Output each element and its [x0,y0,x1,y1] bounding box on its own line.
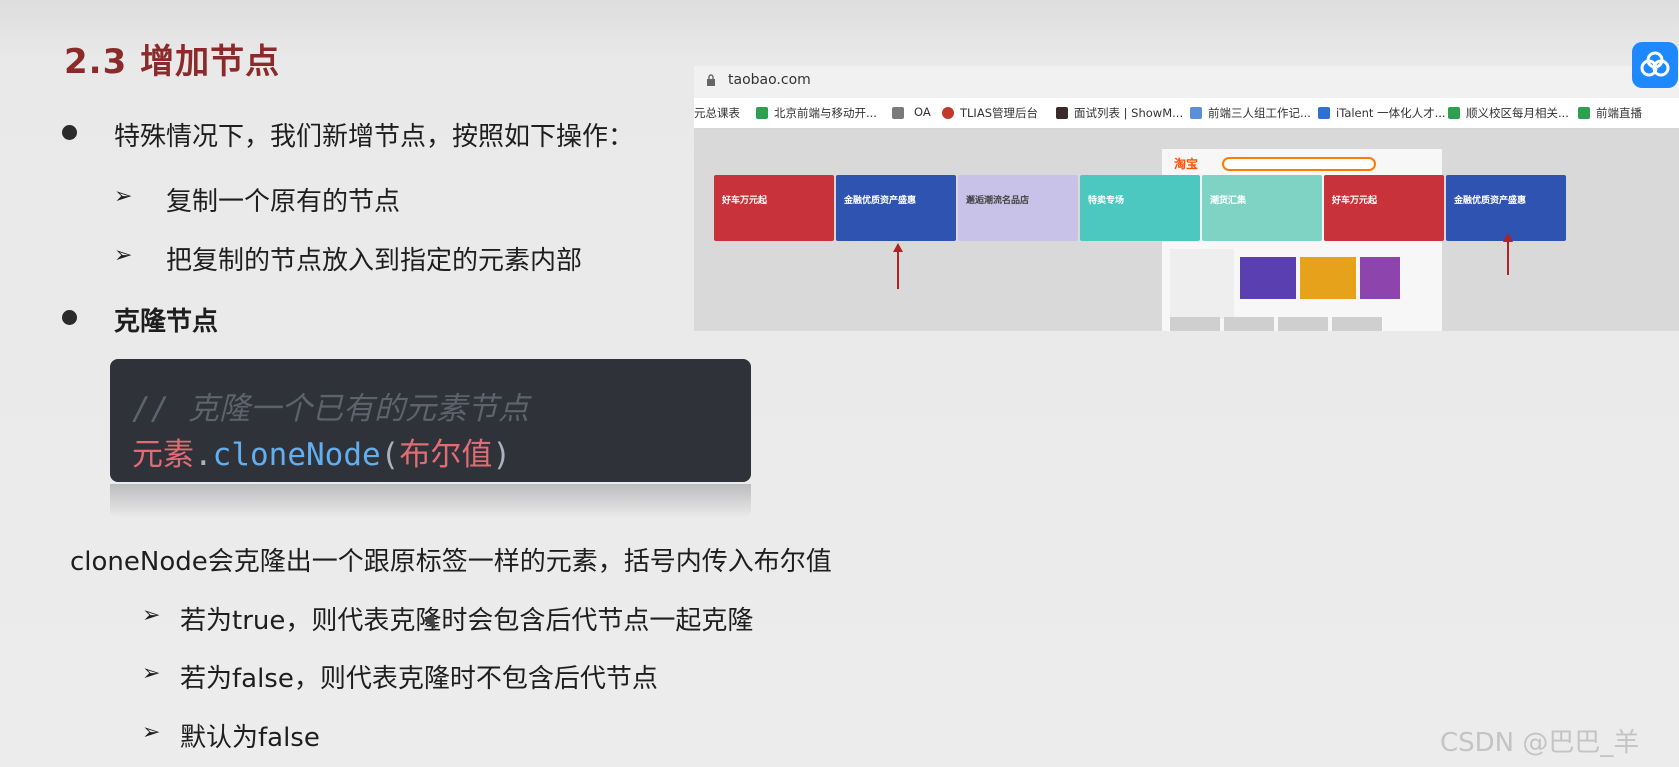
bookmark-item[interactable]: 元总课表 [694,105,740,121]
code-line: 元素.cloneNode(布尔值) [132,429,511,474]
code-arg: 布尔值 [399,437,493,473]
product-card[interactable] [1240,257,1296,299]
address-bar: taobao.com [694,66,1679,98]
arrow-icon: ➢ [142,661,161,686]
banner-text: 邂逅潮流名品店 [966,196,1030,206]
sub-bullet-text: 若为false，则代表克隆时不包含后代节点 [180,664,658,694]
bookmark-item[interactable]: TLIAS管理后台 [960,105,1038,121]
bullet-dot [62,310,77,325]
sub-bullet-text: 默认为false [180,723,320,753]
sub-bullet-text: 复制一个原有的节点 [166,187,401,217]
taobao-search-input[interactable] [1222,157,1376,171]
bookmark-item[interactable]: 北京前端与移动开... [774,105,877,121]
bookmark-item[interactable]: 面试列表 | ShowM... [1074,105,1183,121]
banner[interactable]: 特卖专场 [1080,175,1200,241]
taobao-logo: 淘宝 [1174,157,1199,171]
banner-text: 金融优质资产盛惠 [1454,196,1527,206]
banner[interactable]: 好车万元起 [1324,175,1444,241]
tlias-icon [942,107,954,119]
bookmark-item[interactable]: iTalent 一体化人才... [1336,105,1446,121]
bookmark-item[interactable]: 顺义校区每月相关... [1466,105,1569,121]
banner-text: 特卖专场 [1088,196,1125,206]
bookmark-item[interactable]: 前端直播 [1596,105,1642,121]
banner[interactable]: 金融优质资产盛惠 [1446,175,1566,241]
banner[interactable]: 好车万元起 [714,175,834,241]
code-block: // 克隆一个已有的元素节点 元素.cloneNode(布尔值) [110,359,751,482]
bookmarks-bar: 元总课表 北京前端与移动开... OA TLIAS管理后台 面试列表 | Sho… [694,98,1679,129]
code-comment: // 克隆一个已有的元素节点 [132,391,529,427]
url-text: taobao.com [728,72,811,88]
category-list [1170,249,1234,319]
arrow-icon: ➢ [114,243,133,268]
thumb [1224,317,1274,331]
code-reflection [110,484,751,518]
thumb [1332,317,1382,331]
thumb [1170,317,1220,331]
code-paren-open: ( [380,437,400,473]
banner[interactable]: 邂逅潮流名品店 [958,175,1078,241]
sub-bullet-text: 把复制的节点放入到指定的元素内部 [166,246,583,276]
sheet-icon [1578,107,1590,119]
browser-screenshot: taobao.com 元总课表 北京前端与移动开... OA TLIAS管理后台… [694,66,1679,331]
arrow-icon: ➢ [142,603,161,628]
oa-icon [892,107,904,119]
sheet-icon [1448,107,1460,119]
bullet-text: 克隆节点 [114,307,219,337]
arrow-icon: ➢ [114,184,133,209]
watermark: CSDN @巴巴_羊 [1440,728,1640,758]
product-card[interactable] [1300,257,1356,299]
code-paren-close: ) [492,437,511,473]
bookmark-item[interactable]: OA [914,105,931,119]
slide-title: 2.3 增加节点 [64,42,281,82]
arrow-icon: ➢ [142,720,161,745]
doc-icon [1190,107,1202,119]
showm-icon [1056,107,1068,119]
banner-text: 好车万元起 [1332,196,1378,206]
lock-icon [707,74,715,86]
red-arrow-line [1507,241,1509,275]
sheet-icon [756,107,768,119]
code-dot: . [194,437,213,473]
thumb [1278,317,1328,331]
banner-text: 潮货汇集 [1210,196,1247,206]
banner[interactable]: 金融优质资产盛惠 [836,175,956,241]
bookmark-item[interactable]: 前端三人组工作记... [1208,105,1311,121]
cloud-app-icon[interactable] [1632,42,1678,88]
product-card[interactable] [1360,257,1400,299]
banner[interactable]: 潮货汇集 [1202,175,1322,241]
cloud-icon [1640,51,1670,77]
red-arrow-line [897,251,899,289]
code-object: 元素 [132,437,194,473]
description-text: cloneNode会克隆出一个跟原标签一样的元素，括号内传入布尔值 [70,547,832,577]
italent-icon [1318,107,1330,119]
code-method: cloneNode [212,437,381,473]
banner-text: 金融优质资产盛惠 [844,196,917,206]
taobao-page: 淘宝 好车万元起 金融优质资产盛惠 邂逅潮流名品店 特卖专场 潮货汇集 好车万元… [694,129,1679,331]
bullet-dot [62,125,77,140]
banner-text: 好车万元起 [722,196,768,206]
bullet-text: 特殊情况下，我们新增节点，按照如下操作： [114,122,635,152]
sub-bullet-text: 若为true，则代表克隆时会包含后代节点一起克隆 [180,606,754,636]
